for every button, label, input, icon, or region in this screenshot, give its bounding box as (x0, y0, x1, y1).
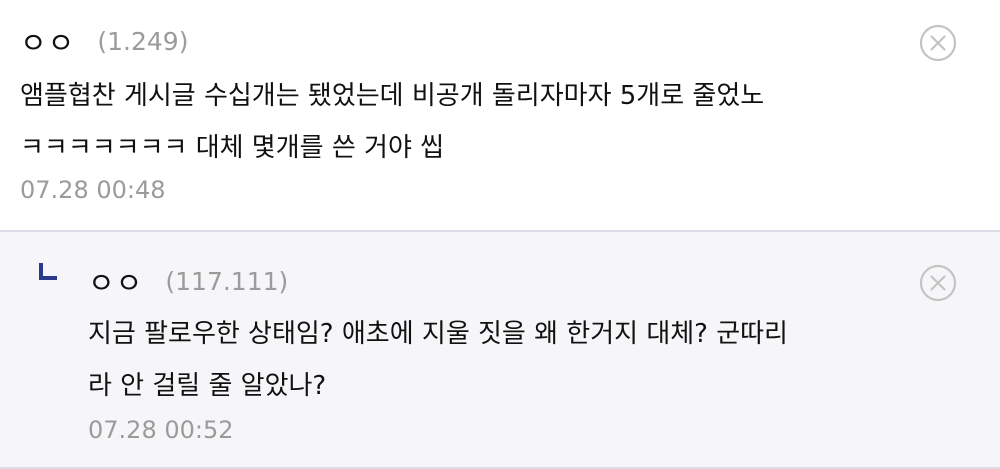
reply-header: ㅇㅇ (117.111) (88, 260, 288, 302)
reply-arrow-icon (39, 263, 57, 280)
close-circle-icon (919, 264, 957, 302)
reply-timestamp: 07.28 00:52 (88, 416, 234, 444)
comment-ip: (1.249) (97, 26, 189, 56)
reply-body: 지금 팔로우한 상태임? 애초에 지울 짓을 왜 한거지 대체? 군따리 라 안… (88, 319, 788, 401)
comment-nickname[interactable]: ㅇㅇ (20, 20, 75, 62)
reply-ip: (117.111) (165, 266, 289, 296)
close-circle-icon (919, 24, 957, 62)
delete-comment-button[interactable] (919, 24, 957, 62)
comment-timestamp: 07.28 00:48 (20, 176, 166, 204)
comment-header: ㅇㅇ (1.249) (20, 20, 188, 62)
reply-nickname[interactable]: ㅇㅇ (88, 260, 143, 302)
reply-item: ㅇㅇ (117.111) 지금 팔로우한 상태임? 애초에 지울 짓을 왜 한거… (0, 232, 1000, 469)
comment-item: ㅇㅇ (1.249) 앰플협찬 게시글 수십개는 됐었는데 비공개 돌리자마자 … (0, 0, 1000, 230)
comment-body: 앰플협찬 게시글 수십개는 됐었는데 비공개 돌리자마자 5개로 줄었노 ㅋㅋㅋ… (20, 81, 765, 163)
delete-reply-button[interactable] (919, 264, 957, 302)
